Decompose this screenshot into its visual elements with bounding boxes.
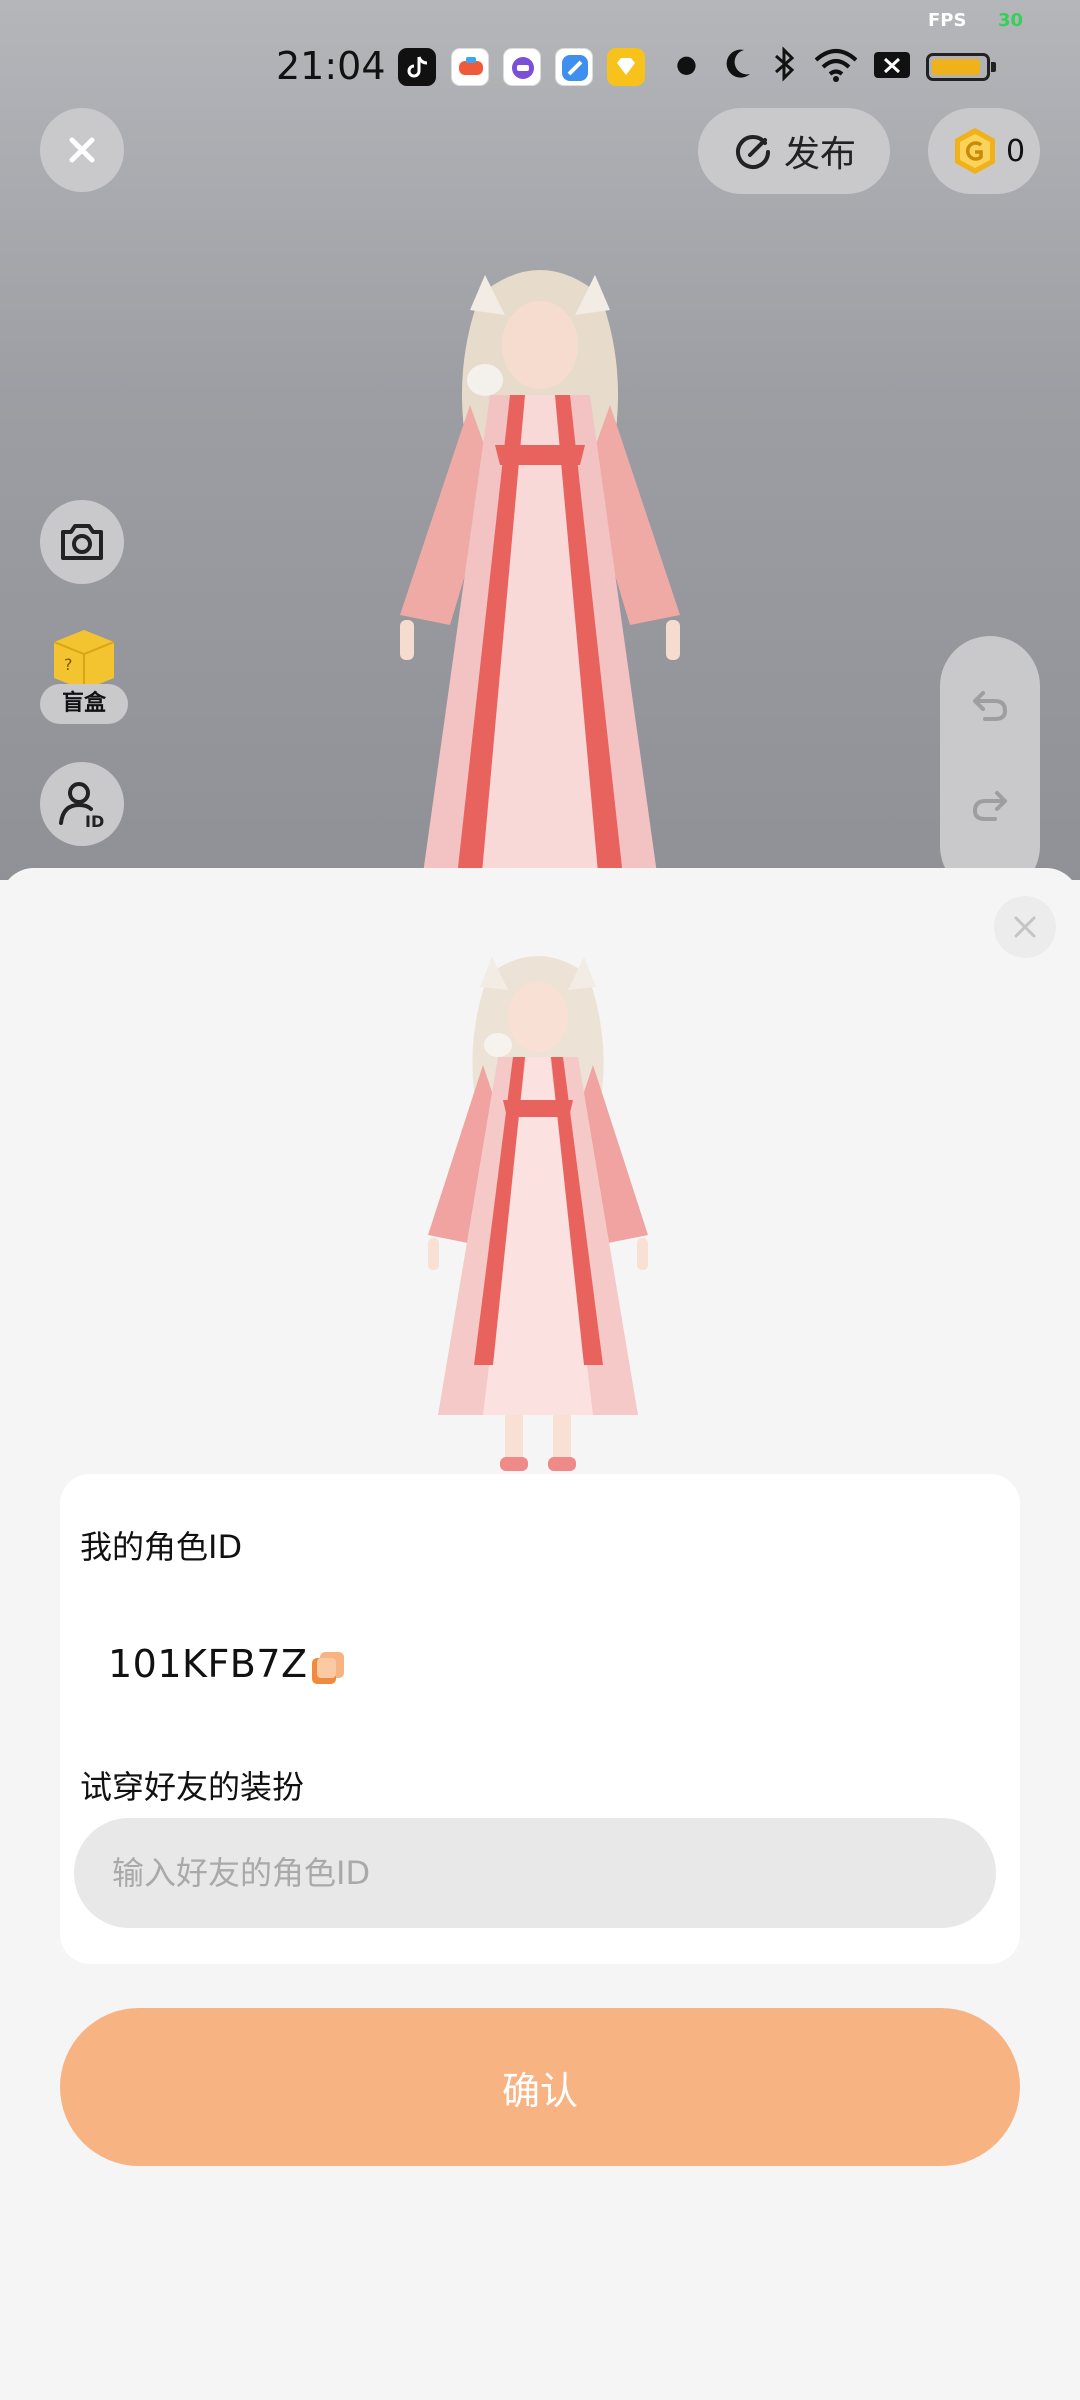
- avatar-preview: [428, 956, 648, 1471]
- camera-button[interactable]: [40, 500, 124, 584]
- camera-icon: [61, 524, 103, 560]
- publish-button[interactable]: 发布: [698, 108, 890, 194]
- try-on-label: 试穿好友的装扮: [80, 1768, 305, 1806]
- publish-icon: [735, 135, 770, 169]
- battery-icon: [926, 53, 996, 81]
- fps-label: FPS: [928, 10, 967, 31]
- redo-icon[interactable]: [967, 781, 1013, 827]
- blue-app-icon: [555, 48, 593, 86]
- dot-icon: ●: [676, 50, 697, 78]
- close-icon: [1014, 916, 1036, 938]
- fps-value: 30: [998, 10, 1024, 31]
- avatar-figure: [400, 270, 680, 880]
- close-icon: [69, 137, 95, 163]
- svg-text:?: ?: [64, 655, 73, 674]
- friend-id-input[interactable]: [74, 1818, 996, 1928]
- svg-text:ID: ID: [85, 812, 104, 831]
- history-panel: [940, 636, 1040, 896]
- undo-icon[interactable]: [967, 681, 1013, 727]
- avatar-scene[interactable]: [0, 0, 1080, 880]
- status-bar: FPS 30 21:04 ●: [0, 0, 1080, 120]
- confirm-button[interactable]: 确认: [60, 2008, 1020, 2166]
- person-id-icon: ID: [59, 782, 104, 831]
- purple-app-icon: [503, 48, 541, 86]
- coin-balance[interactable]: 0: [928, 108, 1040, 194]
- sheet-close-button[interactable]: [994, 896, 1056, 958]
- my-id-value: 101KFB7Z: [108, 1642, 308, 1686]
- moon-icon: [720, 44, 756, 93]
- coin-icon: [955, 128, 995, 174]
- blind-box-button[interactable]: ? 盲盒: [40, 624, 128, 724]
- game-center-icon: [451, 48, 489, 86]
- blind-box-label: 盲盒: [40, 684, 128, 724]
- bluetooth-icon: [770, 44, 798, 93]
- coin-count: 0: [1006, 133, 1026, 169]
- wifi-icon: [812, 44, 860, 93]
- sim-off-icon: [872, 44, 912, 93]
- status-time: 21:04: [276, 44, 386, 88]
- close-button[interactable]: [40, 108, 124, 192]
- character-id-button[interactable]: ID: [40, 762, 124, 846]
- copy-icon[interactable]: [310, 1650, 346, 1686]
- yellow-app-icon: [607, 48, 645, 86]
- publish-label: 发布: [783, 134, 856, 175]
- my-id-label: 我的角色ID: [80, 1528, 243, 1566]
- tiktok-icon: [398, 48, 436, 86]
